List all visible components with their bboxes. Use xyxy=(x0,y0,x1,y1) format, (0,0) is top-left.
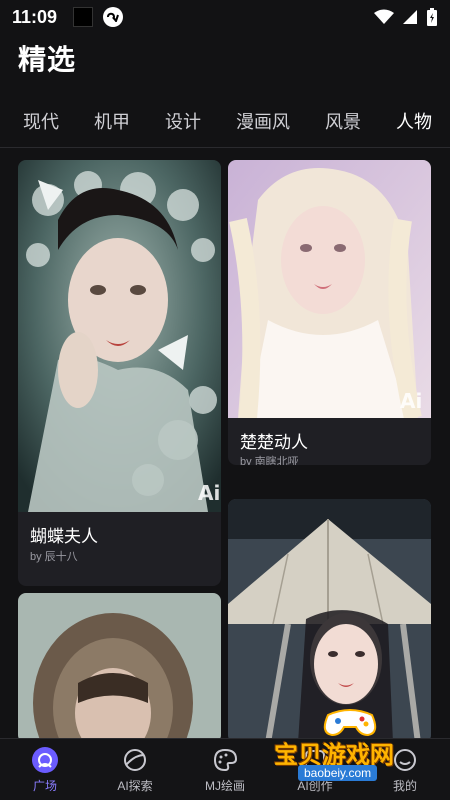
explore-icon xyxy=(124,749,146,771)
tab-landscape[interactable]: 风景 xyxy=(325,108,361,134)
tab-modern[interactable]: 现代 xyxy=(23,108,59,134)
status-bar: 11:09 xyxy=(0,0,450,34)
card-title: 楚楚动人 xyxy=(240,433,308,452)
nav-label: MJ绘画 xyxy=(205,779,245,793)
wifi-icon xyxy=(374,9,394,24)
gamepad-icon xyxy=(323,709,377,737)
tab-people[interactable]: 人物 xyxy=(396,108,432,134)
app-notification-icon xyxy=(103,7,124,27)
palette-icon xyxy=(213,748,238,772)
artwork-image: Ai xyxy=(228,160,431,418)
watermark-url: baobeiy.com xyxy=(298,765,378,781)
card-title: 蝴蝶夫人 xyxy=(30,527,98,546)
nav-label: AI探索 xyxy=(117,779,153,793)
card-author: by 辰十八 xyxy=(30,551,78,563)
ai-watermark-icon: Ai xyxy=(198,481,220,505)
artwork-card[interactable] xyxy=(18,593,221,743)
nav-label: 广场 xyxy=(32,779,57,793)
card-author: by 南瞎北哑 xyxy=(240,456,299,465)
nav-item-mj-paint[interactable]: MJ绘画 xyxy=(180,739,270,800)
notification-icon xyxy=(73,7,94,27)
artwork-image: Ai xyxy=(18,160,221,512)
category-tabs: 现代 机甲 设计 漫画风 风景 人物 xyxy=(0,100,450,140)
battery-icon xyxy=(427,8,437,26)
tab-design[interactable]: 设计 xyxy=(165,108,201,134)
signal-icon xyxy=(403,10,417,24)
status-time: 11:09 xyxy=(12,6,58,27)
artwork-image xyxy=(18,593,221,743)
nav-item-plaza[interactable]: 广场 xyxy=(0,739,90,800)
tab-mecha[interactable]: 机甲 xyxy=(94,108,130,134)
site-watermark: 宝贝游戏网 baobeiy.com xyxy=(270,705,450,795)
tabs-divider xyxy=(0,147,450,148)
nav-item-ai-explore[interactable]: AI探索 xyxy=(90,739,180,800)
page-title: 精选 xyxy=(18,44,77,75)
artwork-card[interactable]: Ai 蝴蝶夫人 by 辰十八 xyxy=(18,160,221,586)
tab-comic[interactable]: 漫画风 xyxy=(236,108,290,134)
plaza-icon xyxy=(32,747,58,773)
ai-watermark-icon: Ai xyxy=(400,389,422,413)
artwork-card[interactable]: Ai 楚楚动人 by 南瞎北哑 xyxy=(228,160,431,465)
